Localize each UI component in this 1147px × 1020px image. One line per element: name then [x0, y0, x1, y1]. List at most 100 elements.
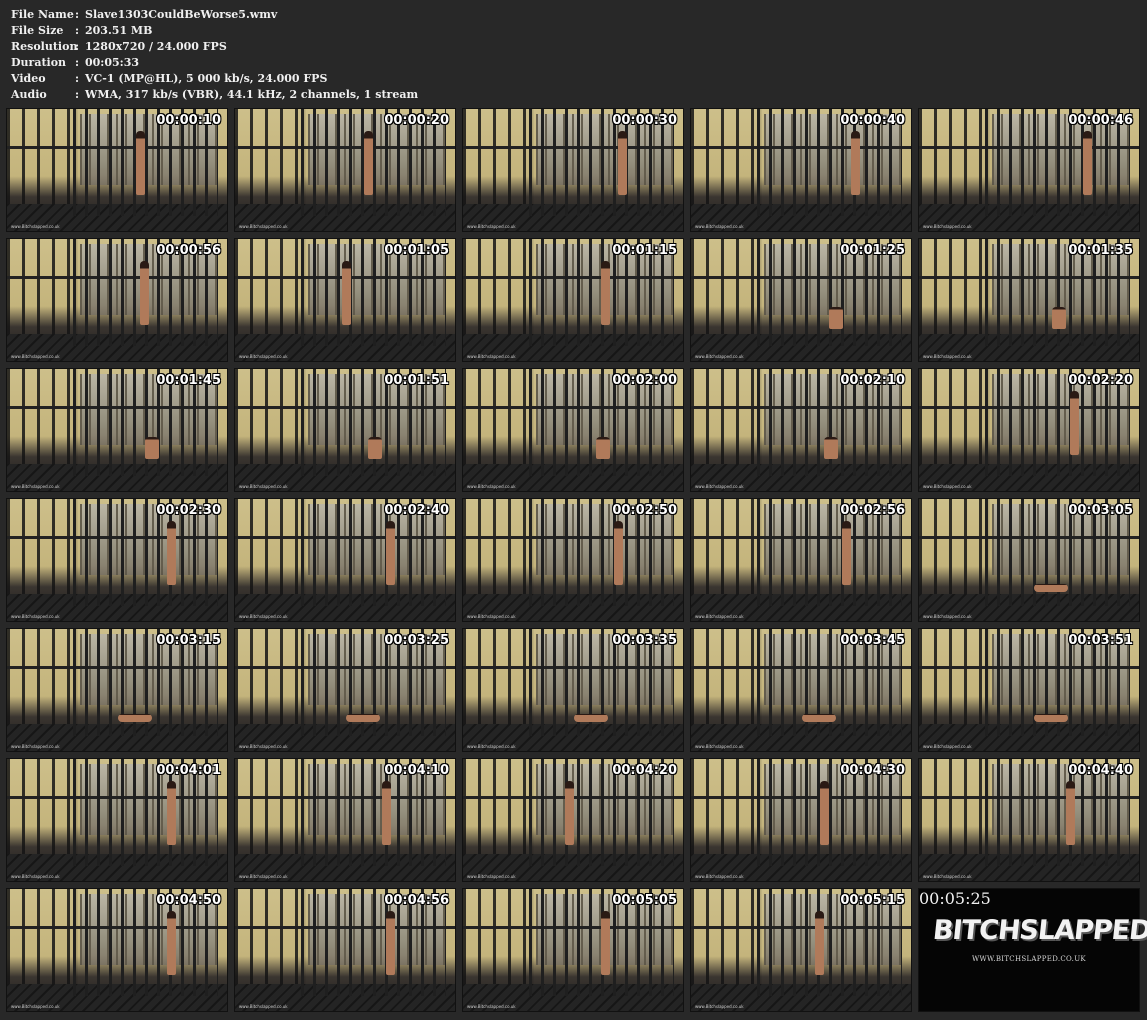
figure-silhouette — [1070, 390, 1079, 455]
thumbnail-timestamp: 00:05:15 — [840, 893, 905, 908]
video-thumbnail[interactable]: 00:03:05 www.Bitchslapped.co.uk — [918, 498, 1140, 622]
video-thumbnail[interactable]: 00:04:30 www.Bitchslapped.co.uk — [690, 758, 912, 882]
thumbnail-timestamp: 00:01:25 — [840, 243, 905, 258]
video-thumbnail[interactable]: 00:02:40 www.Bitchslapped.co.uk — [234, 498, 456, 622]
brand-url: WWW.BITCHSLAPPED.CO.UK — [972, 955, 1086, 963]
cage-bars-side — [919, 759, 985, 855]
video-thumbnail[interactable]: 00:00:56 www.Bitchslapped.co.uk — [6, 238, 228, 362]
cage-bars-side — [463, 889, 529, 985]
cage-bars-side — [7, 889, 73, 985]
thumbnail-timestamp: 00:05:05 — [612, 893, 677, 908]
video-thumbnail[interactable]: 00:00:30 www.Bitchslapped.co.uk — [462, 108, 684, 232]
video-thumbnail[interactable]: 00:02:00 www.Bitchslapped.co.uk — [462, 368, 684, 492]
cage-bars-side — [235, 369, 301, 465]
cage-bars-side — [463, 629, 529, 725]
cage-bars-side — [235, 629, 301, 725]
info-row: Duration:00:05:33 — [11, 55, 418, 71]
thumbnail-watermark: www.Bitchslapped.co.uk — [239, 354, 288, 359]
thumbnail-watermark: www.Bitchslapped.co.uk — [11, 614, 60, 619]
video-thumbnail[interactable]: 00:05:05 www.Bitchslapped.co.uk — [462, 888, 684, 1012]
info-label: Duration — [11, 56, 67, 69]
video-thumbnail[interactable]: 00:04:20 www.Bitchslapped.co.uk — [462, 758, 684, 882]
video-thumbnail[interactable]: 00:04:50 www.Bitchslapped.co.uk — [6, 888, 228, 1012]
thumbnail-timestamp: 00:00:56 — [156, 243, 221, 258]
info-value: VC-1 (MP@HL), 5 000 kb/s, 24.000 FPS — [85, 72, 328, 85]
thumbnail-timestamp: 00:04:50 — [156, 893, 221, 908]
figure-silhouette — [601, 260, 610, 325]
thumbnail-watermark: www.Bitchslapped.co.uk — [695, 354, 744, 359]
video-thumbnail[interactable]: 00:03:51 www.Bitchslapped.co.uk — [918, 628, 1140, 752]
video-thumbnail[interactable]: 00:04:40 www.Bitchslapped.co.uk — [918, 758, 1140, 882]
thumbnail-watermark: www.Bitchslapped.co.uk — [695, 744, 744, 749]
video-thumbnail[interactable]: 00:00:20 www.Bitchslapped.co.uk — [234, 108, 456, 232]
thumbnail-timestamp: 00:04:20 — [612, 763, 677, 778]
video-thumbnail[interactable]: 00:01:35 www.Bitchslapped.co.uk — [918, 238, 1140, 362]
video-thumbnail[interactable]: 00:02:50 www.Bitchslapped.co.uk — [462, 498, 684, 622]
video-thumbnail[interactable]: 00:02:30 www.Bitchslapped.co.uk — [6, 498, 228, 622]
video-thumbnail[interactable]: 00:03:15 www.Bitchslapped.co.uk — [6, 628, 228, 752]
thumbnail-timestamp: 00:03:15 — [156, 633, 221, 648]
video-thumbnail[interactable]: 00:05:15 www.Bitchslapped.co.uk — [690, 888, 912, 1012]
thumbnail-timestamp: 00:02:40 — [384, 503, 449, 518]
thumbnail-watermark: www.Bitchslapped.co.uk — [11, 874, 60, 879]
thumbnail-watermark: www.Bitchslapped.co.uk — [923, 224, 972, 229]
info-separator: : — [75, 40, 80, 53]
figure-silhouette — [815, 910, 824, 975]
thumbnail-timestamp: 00:01:45 — [156, 373, 221, 388]
video-thumbnail[interactable]: 00:01:45 www.Bitchslapped.co.uk — [6, 368, 228, 492]
cage-bars-side — [691, 629, 757, 725]
thumbnail-timestamp: 00:03:51 — [1068, 633, 1133, 648]
video-thumbnail[interactable]: 00:01:05 www.Bitchslapped.co.uk — [234, 238, 456, 362]
thumbnail-timestamp: 00:00:20 — [384, 113, 449, 128]
thumbnail-watermark: www.Bitchslapped.co.uk — [239, 744, 288, 749]
thumbnail-watermark: www.Bitchslapped.co.uk — [695, 1004, 744, 1009]
video-thumbnail[interactable]: 00:00:46 www.Bitchslapped.co.uk — [918, 108, 1140, 232]
thumbnail-watermark: www.Bitchslapped.co.uk — [923, 484, 972, 489]
figure-silhouette — [618, 130, 627, 195]
video-thumbnail[interactable]: 00:02:56 www.Bitchslapped.co.uk — [690, 498, 912, 622]
cage-bars-side — [7, 499, 73, 595]
thumbnail-watermark: www.Bitchslapped.co.uk — [11, 744, 60, 749]
video-thumbnail[interactable]: 00:04:56 www.Bitchslapped.co.uk — [234, 888, 456, 1012]
video-thumbnail[interactable]: 00:01:25 www.Bitchslapped.co.uk — [690, 238, 912, 362]
figure-silhouette — [140, 260, 149, 325]
info-label: Resolution — [11, 40, 78, 53]
video-thumbnail[interactable]: 00:00:10 www.Bitchslapped.co.uk — [6, 108, 228, 232]
info-label: Video — [11, 72, 46, 85]
cage-bars-side — [691, 759, 757, 855]
cage-bars-side — [463, 499, 529, 595]
video-thumbnail[interactable]: 00:04:01 www.Bitchslapped.co.uk — [6, 758, 228, 882]
figure-silhouette — [386, 520, 395, 585]
video-thumbnail[interactable]: 00:01:51 www.Bitchslapped.co.uk — [234, 368, 456, 492]
video-thumbnail[interactable]: 00:01:15 www.Bitchslapped.co.uk — [462, 238, 684, 362]
brand-logo: BITCHSLAPPED — [931, 915, 1147, 946]
thumbnail-watermark: www.Bitchslapped.co.uk — [11, 484, 60, 489]
figure-silhouette — [167, 780, 176, 845]
info-row: Resolution:1280x720 / 24.000 FPS — [11, 39, 418, 55]
thumbnail-watermark: www.Bitchslapped.co.uk — [239, 614, 288, 619]
thumbnail-timestamp: 00:00:40 — [840, 113, 905, 128]
info-separator: : — [75, 8, 80, 21]
video-thumbnail[interactable]: 00:02:10 www.Bitchslapped.co.uk — [690, 368, 912, 492]
video-thumbnail[interactable]: 00:03:35 www.Bitchslapped.co.uk — [462, 628, 684, 752]
info-separator: : — [75, 88, 80, 101]
video-thumbnail[interactable]: 00:03:25 www.Bitchslapped.co.uk — [234, 628, 456, 752]
thumbnail-watermark: www.Bitchslapped.co.uk — [239, 224, 288, 229]
info-row: File Size:203.51 MB — [11, 23, 418, 39]
figure-silhouette — [614, 520, 623, 585]
cage-bars-side — [7, 369, 73, 465]
video-thumbnail[interactable]: 00:03:45 www.Bitchslapped.co.uk — [690, 628, 912, 752]
cage-bars-side — [463, 759, 529, 855]
brand-logo-tile: 00:05:25 BITCHSLAPPED WWW.BITCHSLAPPED.CO.… — [918, 888, 1147, 1012]
video-thumbnail[interactable]: 00:02:20 www.Bitchslapped.co.uk — [918, 368, 1140, 492]
thumbnail-timestamp: 00:00:30 — [612, 113, 677, 128]
video-thumbnail[interactable]: 00:00:40 www.Bitchslapped.co.uk — [690, 108, 912, 232]
video-thumbnail[interactable]: 00:04:10 www.Bitchslapped.co.uk — [234, 758, 456, 882]
thumbnail-watermark: www.Bitchslapped.co.uk — [695, 614, 744, 619]
cage-bars-side — [7, 109, 73, 205]
thumbnail-watermark: www.Bitchslapped.co.uk — [467, 874, 516, 879]
cage-bars-side — [463, 239, 529, 335]
thumbnail-timestamp: 00:04:10 — [384, 763, 449, 778]
thumbnail-watermark: www.Bitchslapped.co.uk — [239, 484, 288, 489]
thumbnail-timestamp: 00:04:30 — [840, 763, 905, 778]
